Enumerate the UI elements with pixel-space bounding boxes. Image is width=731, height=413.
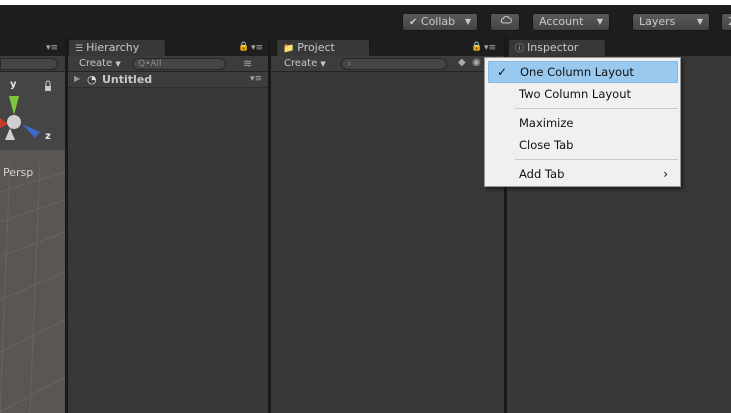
scene-viewport[interactable]: y z Persp bbox=[0, 72, 65, 413]
main-toolbar: ✔ Collab ▼ Account ▼ Layers ▼ 2 bbox=[0, 0, 731, 36]
dropdown-arrow-icon: ▼ bbox=[464, 17, 471, 26]
info-icon: ⓘ bbox=[515, 44, 525, 54]
persp-label[interactable]: Persp bbox=[3, 166, 33, 179]
cloud-button[interactable] bbox=[490, 13, 520, 31]
scene-toolbar bbox=[0, 56, 65, 72]
menu-separator bbox=[515, 159, 678, 160]
search-placeholder: Q•All bbox=[138, 59, 162, 69]
list-icon: ☰ bbox=[75, 44, 84, 54]
menu-item-maximize[interactable]: Maximize bbox=[488, 112, 678, 134]
folder-icon: 📁 bbox=[283, 44, 295, 54]
checkmark-icon: ✓ bbox=[497, 65, 508, 79]
menu-item-one-column-layout[interactable]: ✓ One Column Layout bbox=[488, 61, 678, 83]
menu-separator bbox=[515, 108, 678, 109]
submenu-arrow-icon: › bbox=[663, 167, 668, 181]
create-label: Create bbox=[79, 58, 113, 69]
project-panel: Create ▼ ⌕ ◆ ◉ bbox=[271, 56, 504, 413]
account-button[interactable]: Account ▼ bbox=[532, 13, 610, 31]
hierarchy-tab-label: Hierarchy bbox=[86, 41, 140, 54]
lock-icon[interactable]: 🔒 bbox=[471, 42, 482, 52]
scene-filter-icon[interactable]: ≋ bbox=[243, 57, 252, 70]
hierarchy-search-input[interactable]: Q•All bbox=[132, 58, 226, 70]
panel-menu-icon[interactable]: ▾≡ bbox=[484, 43, 496, 53]
scene-row[interactable]: ▶ ◔ Untitled ▾≡ bbox=[68, 72, 268, 88]
tab-hierarchy[interactable]: ☰ Hierarchy bbox=[68, 39, 166, 56]
layers-label: Layers bbox=[639, 15, 676, 28]
tab-inspector[interactable]: ⓘ Inspector bbox=[508, 39, 606, 56]
layers-dropdown[interactable]: Layers ▼ bbox=[632, 13, 710, 31]
dropdown-arrow-icon: ▼ bbox=[696, 17, 703, 26]
menu-item-add-tab[interactable]: Add Tab › bbox=[488, 163, 678, 185]
menu-item-label: One Column Layout bbox=[520, 65, 634, 79]
collab-label: Collab bbox=[420, 15, 456, 28]
inspector-tab-label: Inspector bbox=[527, 41, 579, 54]
menu-item-two-column-layout[interactable]: Two Column Layout bbox=[488, 83, 678, 105]
project-search-input[interactable]: ⌕ bbox=[341, 58, 447, 70]
menu-item-label: Maximize bbox=[519, 116, 574, 130]
scene-name: Untitled bbox=[102, 73, 153, 86]
project-toolbar: Create ▼ ⌕ ◆ ◉ bbox=[271, 56, 504, 72]
scene-search-input[interactable] bbox=[0, 58, 58, 70]
panel-context-menu: ✓ One Column Layout Two Column Layout Ma… bbox=[484, 57, 681, 187]
tab-project[interactable]: 📁 Project bbox=[276, 39, 370, 56]
gizmo-y-label: y bbox=[10, 79, 17, 90]
gizmo-z-label: z bbox=[45, 131, 51, 142]
lock-icon[interactable]: 🔒 bbox=[238, 42, 249, 52]
hierarchy-create-button[interactable]: Create ▼ bbox=[79, 57, 121, 71]
check-circle-icon: ✔ bbox=[409, 17, 418, 28]
panel-menu-icon[interactable]: ▾≡ bbox=[251, 43, 263, 53]
search-icon: ⌕ bbox=[347, 59, 353, 69]
hierarchy-panel: Create ▼ Q•All ≋ ▶ ◔ Untitled ▾≡ bbox=[68, 56, 268, 413]
menu-item-label: Add Tab bbox=[519, 167, 565, 181]
filter-by-type-icon[interactable]: ◆ bbox=[458, 57, 466, 68]
scene-menu-icon[interactable]: ▾≡ bbox=[250, 74, 262, 84]
unity-logo-icon: ◔ bbox=[87, 73, 97, 86]
panel-menu-icon[interactable]: ▾≡ bbox=[46, 43, 58, 53]
expand-arrow-icon[interactable]: ▶ bbox=[74, 74, 80, 83]
collab-button[interactable]: ✔ Collab ▼ bbox=[402, 13, 478, 31]
menu-item-label: Close Tab bbox=[519, 138, 574, 152]
create-label: Create bbox=[284, 58, 318, 69]
top-edge bbox=[0, 0, 731, 5]
account-label: Account bbox=[539, 15, 584, 28]
dropdown-arrow-icon: ▼ bbox=[596, 17, 603, 26]
project-tab-label: Project bbox=[297, 41, 335, 54]
menu-item-close-tab[interactable]: Close Tab bbox=[488, 134, 678, 156]
hierarchy-toolbar: Create ▼ Q•All ≋ bbox=[68, 56, 268, 72]
project-create-button[interactable]: Create ▼ bbox=[284, 57, 326, 71]
menu-item-label: Two Column Layout bbox=[519, 87, 632, 101]
dropdown-arrow-icon: ▼ bbox=[320, 60, 326, 68]
dropdown-arrow-icon: ▼ bbox=[115, 60, 121, 68]
layout-dropdown[interactable]: 2 bbox=[721, 13, 731, 31]
scene-tabstrip: ▾≡ bbox=[0, 36, 65, 56]
filter-by-label-icon[interactable]: ◉ bbox=[472, 57, 481, 68]
cloud-icon bbox=[500, 15, 512, 24]
